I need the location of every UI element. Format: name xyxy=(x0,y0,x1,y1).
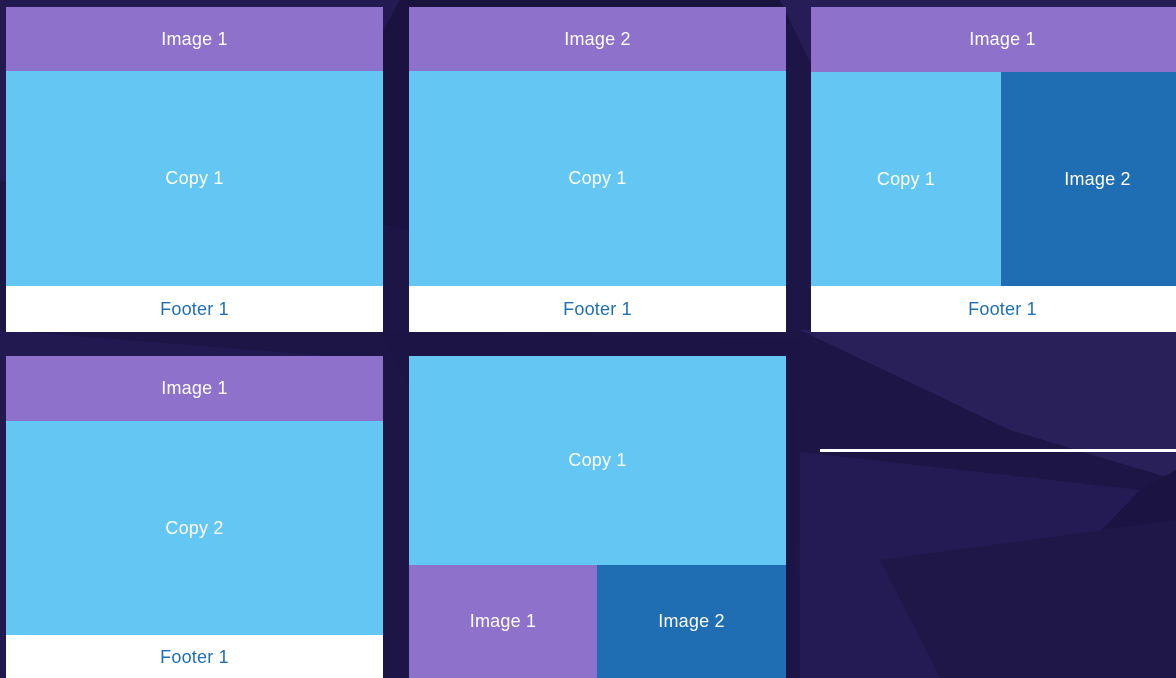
layout-card-2[interactable]: Image 2 Copy 1 Footer 1 xyxy=(409,7,786,332)
layout-card-4[interactable]: Image 1 Copy 2 Footer 1 xyxy=(6,356,383,678)
footer-block: Footer 1 xyxy=(6,286,383,332)
copy-block: Copy 1 xyxy=(409,71,786,286)
copy-block: Copy 1 xyxy=(6,71,383,286)
copy-block: Copy 1 xyxy=(409,356,786,565)
copy-block: Copy 2 xyxy=(6,421,383,635)
image-block: Image 1 xyxy=(409,565,597,678)
image-block: Image 1 xyxy=(6,356,383,421)
footer-block: Footer 1 xyxy=(6,635,383,678)
image-block: Image 2 xyxy=(409,7,786,71)
layout-card-1[interactable]: Image 1 Copy 1 Footer 1 xyxy=(6,7,383,332)
footer-block: Footer 1 xyxy=(811,286,1176,332)
layout-card-5[interactable]: Copy 1 Image 1 Image 2 xyxy=(409,356,786,678)
layout-card-3[interactable]: Image 1 Copy 1 Image 2 Footer 1 xyxy=(811,7,1176,332)
copy-block: Copy 1 xyxy=(811,72,1001,286)
image-block-secondary: Image 2 xyxy=(1001,72,1176,286)
divider-line xyxy=(820,449,1176,452)
image-block: Image 1 xyxy=(811,7,1176,72)
image-block-secondary: Image 2 xyxy=(597,565,786,678)
footer-block: Footer 1 xyxy=(409,286,786,332)
image-block: Image 1 xyxy=(6,7,383,71)
